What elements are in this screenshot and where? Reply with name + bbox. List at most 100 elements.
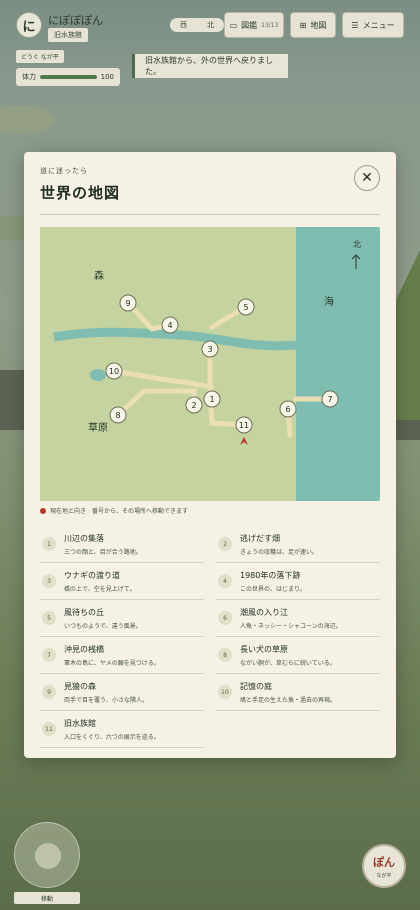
place-text: 川辺の集落 三つの顔と、目が合う路地。 <box>64 533 142 556</box>
map-marker-3[interactable]: 3 <box>201 340 219 358</box>
menu-label: メニュー <box>362 20 395 30</box>
place-desc: 人魚・ネッシー・シャコーンの海辺。 <box>240 622 342 630</box>
place-name: 沖見の桟橋 <box>64 644 104 654</box>
marker-number: 2 <box>191 401 196 410</box>
map-marker-11[interactable]: 11 <box>235 416 253 434</box>
place-desc: 両手で目を覆う、小さな隣人。 <box>64 696 149 704</box>
place-item-8[interactable]: 8 長い犬の草原 ながい胴が、草むらに続いている。 <box>216 637 380 674</box>
close-button[interactable]: ✕ <box>354 165 380 191</box>
map-label: 地図 <box>310 20 327 30</box>
player-avatar[interactable]: に <box>16 12 42 38</box>
pond <box>90 369 106 381</box>
place-desc: この世界の、はじまり。 <box>240 585 306 593</box>
place-name: 記憶の庭 <box>240 681 272 691</box>
map-marker-1[interactable]: 1 <box>203 390 221 408</box>
sea-area <box>296 227 380 501</box>
book-icon: ▭ <box>229 20 238 30</box>
place-text: 逃げだす畑きょうの収穫は、足が速い。 <box>240 533 318 556</box>
action-sub-label: なが平 <box>376 872 392 879</box>
grass-label: 草原 <box>88 422 108 434</box>
marker-number: 10 <box>109 367 119 376</box>
place-number: 6 <box>218 611 232 625</box>
marker-number: 6 <box>285 405 290 414</box>
map-marker-8[interactable]: 8 <box>109 406 127 424</box>
place-number: 4 <box>218 574 232 588</box>
divider <box>40 214 380 215</box>
virtual-joystick[interactable] <box>14 822 80 888</box>
current-position-dot-icon <box>40 507 46 514</box>
place-name: 1980年の落下跡 <box>240 570 301 580</box>
place-desc: きょうの収穫は、足が速い。 <box>240 548 319 556</box>
joystick-knob[interactable] <box>35 843 61 869</box>
place-item-9[interactable]: 9 見猿の森 両手で目を覆う、小さな隣人。 <box>40 674 204 711</box>
place-desc: 軍木の島に、ヤメの願を見つける。 <box>64 659 160 667</box>
place-number: 11 <box>42 722 56 736</box>
world-map-dialog: 道に迷ったら 世界の地図 ✕ 森 海 草原 北 9 4 5 3 10 8 2 1 11 6 7 <box>24 152 396 758</box>
map-marker-9[interactable]: 9 <box>119 294 137 312</box>
legend-text: 現在地と向き 番号から、その場所へ移動できます <box>50 508 189 515</box>
place-desc: 橋の上で、空を見上げて。 <box>64 585 136 593</box>
place-number: 10 <box>218 685 232 699</box>
map-legend: 現在地と向き 番号から、その場所へ移動できます <box>40 506 188 515</box>
place-list: 1 川辺の集落 三つの顔と、目が合う路地。 2 逃げだす畑きょうの収穫は、足が速い。 3 ウ… <box>40 526 380 748</box>
notification-toast: 旧水族館から、外の世界へ戻りました。 <box>132 54 288 78</box>
marker-number: 4 <box>167 321 172 330</box>
place-item-2[interactable]: 2 逃げだす畑きょうの収穫は、足が速い。 <box>216 526 380 563</box>
compass-west: 西 <box>180 21 187 29</box>
place-number: 2 <box>218 537 232 551</box>
map-marker-6[interactable]: 6 <box>279 400 297 418</box>
place-item-7[interactable]: 7 沖見の桟橋軍木の島に、ヤメの願を見つける。 <box>40 637 204 674</box>
place-item-4[interactable]: 4 1980年の落下跡 この世界の、はじまり。 <box>216 563 380 600</box>
place-desc: ながい胴が、草むらに続いている。 <box>240 659 336 667</box>
place-name: 潮風の入り江 <box>240 607 288 617</box>
place-text: 1980年の落下跡 この世界の、はじまり。 <box>240 570 306 593</box>
forest-label: 森 <box>94 269 104 282</box>
zukan-button[interactable]: ▭ 図鑑 13/13 <box>224 12 284 38</box>
move-label: 移動 <box>14 892 80 904</box>
place-name: 風待ちの丘 <box>64 607 104 617</box>
hamburger-icon: ☰ <box>351 20 359 30</box>
map-marker-2[interactable]: 2 <box>185 396 203 414</box>
place-item-5[interactable]: 5 風待ちの丘 いつものようで、違う風景。 <box>40 600 204 637</box>
place-item-6[interactable]: 6 潮風の入り江人魚・ネッシー・シャコーンの海辺。 <box>216 600 380 637</box>
zukan-count: 13/13 <box>261 21 279 29</box>
place-text: 長い犬の草原ながい胴が、草むらに続いている。 <box>240 644 336 667</box>
place-text: 記憶の庭 鳩と手足の生えた魚・過去の再現。 <box>240 681 336 704</box>
place-item-10[interactable]: 10 記憶の庭 鳩と手足の生えた魚・過去の再現。 <box>216 674 380 711</box>
dialog-title: 世界の地図 <box>40 184 121 202</box>
place-text: ウナギの渡り道 橋の上で、空を見上げて。 <box>64 570 136 593</box>
avatar-glyph: に <box>22 19 36 35</box>
status-badge: どうぐ なが平 <box>16 50 64 63</box>
place-name: 逃げだす畑 <box>240 533 280 543</box>
hp-label: 体力 <box>22 73 36 81</box>
hp-value: 100 <box>100 73 114 81</box>
place-text: 見猿の森 両手で目を覆う、小さな隣人。 <box>64 681 148 704</box>
hp-track <box>40 75 97 79</box>
map-marker-5[interactable]: 5 <box>237 298 255 316</box>
close-icon: ✕ <box>361 170 373 186</box>
place-number: 7 <box>42 648 56 662</box>
map-marker-4[interactable]: 4 <box>161 316 179 334</box>
place-number: 3 <box>42 574 56 588</box>
place-item-1[interactable]: 1 川辺の集落 三つの顔と、目が合う路地。 <box>40 526 204 563</box>
dialog-subtitle: 道に迷ったら <box>40 167 88 175</box>
marker-number: 7 <box>327 395 332 404</box>
place-text: 旧水族館 入口をくぐり、六つの展示を巡る。 <box>64 718 160 741</box>
map-canvas: 森 海 草原 北 9453108211167 <box>40 227 380 501</box>
menu-button[interactable]: ☰ メニュー <box>342 12 404 38</box>
marker-number: 1 <box>209 395 214 404</box>
place-item-3[interactable]: 3 ウナギの渡り道 橋の上で、空を見上げて。 <box>40 563 204 600</box>
action-button[interactable]: ぽん なが平 <box>362 844 406 888</box>
world-map: 森 海 草原 北 9 4 5 3 10 8 2 1 11 6 7 <box>40 227 380 501</box>
place-name: 長い犬の草原 <box>240 644 288 654</box>
map-button[interactable]: ⊞ 地図 <box>290 12 336 38</box>
map-marker-7[interactable]: 7 <box>321 390 339 408</box>
place-text: 潮風の入り江人魚・ネッシー・シャコーンの海辺。 <box>240 607 342 630</box>
place-desc: 三つの顔と、目が合う路地。 <box>64 548 142 556</box>
place-item-11[interactable]: 11 旧水族館 入口をくぐり、六つの展示を巡る。 <box>40 711 204 748</box>
map-marker-10[interactable]: 10 <box>105 362 123 380</box>
place-text: 沖見の桟橋軍木の島に、ヤメの願を見つける。 <box>64 644 160 667</box>
marker-number: 3 <box>207 345 212 354</box>
marker-number: 5 <box>243 303 248 312</box>
north-label: 北 <box>353 240 361 249</box>
